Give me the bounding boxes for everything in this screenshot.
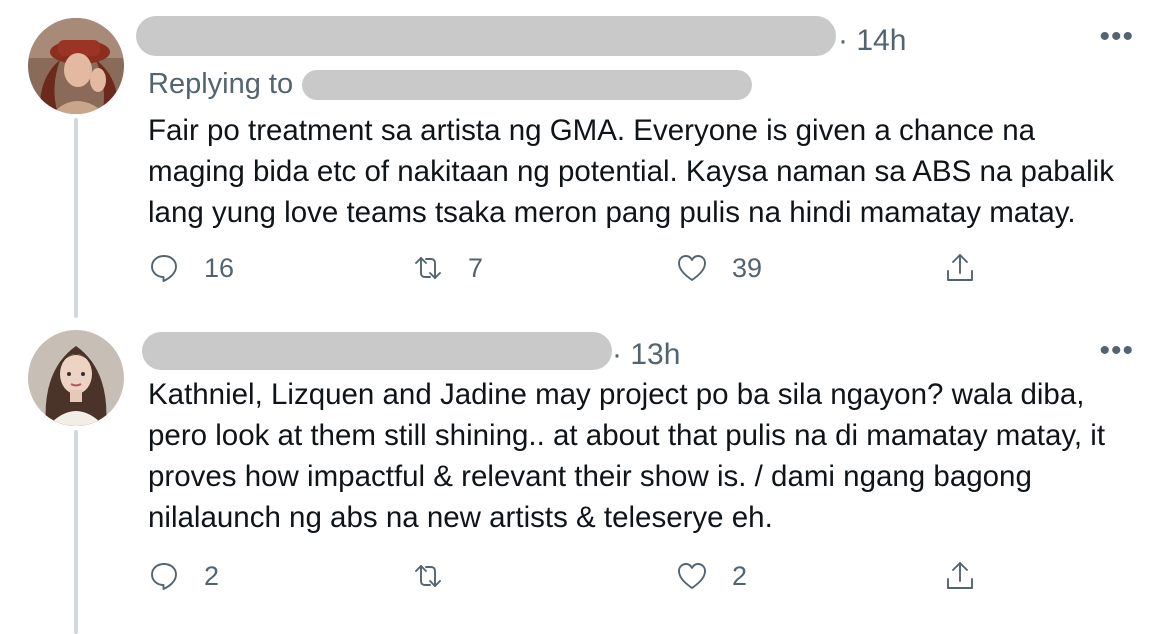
tweet-timestamp[interactable]: · 14h [838, 24, 906, 58]
tweet-text: Kathniel, Lizquen and Jadine may project… [148, 378, 1106, 534]
like-button[interactable]: 39 [676, 248, 762, 288]
share-icon [947, 254, 973, 281]
retweet-count: 7 [468, 252, 484, 283]
retweet-icon [415, 565, 441, 587]
tweet-actions: 2 2 [148, 556, 1048, 596]
thread-line [74, 118, 78, 318]
like-count: 2 [732, 560, 748, 591]
reply-icon [151, 255, 177, 282]
tweet[interactable]: · 13h ••• Kathniel, Lizquen and Jadine m… [0, 318, 1160, 634]
thread-line [74, 430, 78, 634]
avatar[interactable] [28, 330, 124, 426]
reply-button[interactable]: 16 [148, 248, 234, 288]
share-button[interactable] [944, 248, 976, 288]
reply-count: 2 [204, 560, 220, 591]
tweet-text: Fair po treatment sa artista ng GMA. Eve… [148, 114, 1114, 229]
retweet-icon [415, 257, 441, 279]
replying-to-label: Replying to [148, 68, 294, 100]
redacted-user-name [136, 16, 836, 56]
heart-icon [678, 563, 706, 589]
reply-count: 16 [204, 252, 235, 283]
more-icon[interactable]: ••• [1099, 336, 1134, 366]
tweet-timestamp[interactable]: · 13h [612, 338, 680, 372]
redacted-reply-handle [302, 70, 752, 100]
reply-button[interactable]: 2 [148, 556, 219, 596]
tweet-actions: 16 7 39 [148, 248, 1048, 288]
tweet[interactable]: · 14h ••• Replying to Fair po treatment … [0, 0, 1160, 318]
reply-icon [151, 563, 177, 590]
avatar[interactable] [28, 18, 124, 114]
like-count: 39 [732, 252, 763, 283]
more-icon[interactable]: ••• [1099, 22, 1134, 52]
retweet-button[interactable]: 7 [412, 248, 483, 288]
like-button[interactable]: 2 [676, 556, 747, 596]
redacted-user-name [142, 332, 612, 370]
share-icon [947, 562, 973, 589]
heart-icon [678, 255, 706, 281]
share-button[interactable] [944, 556, 976, 596]
retweet-button[interactable] [412, 556, 468, 596]
